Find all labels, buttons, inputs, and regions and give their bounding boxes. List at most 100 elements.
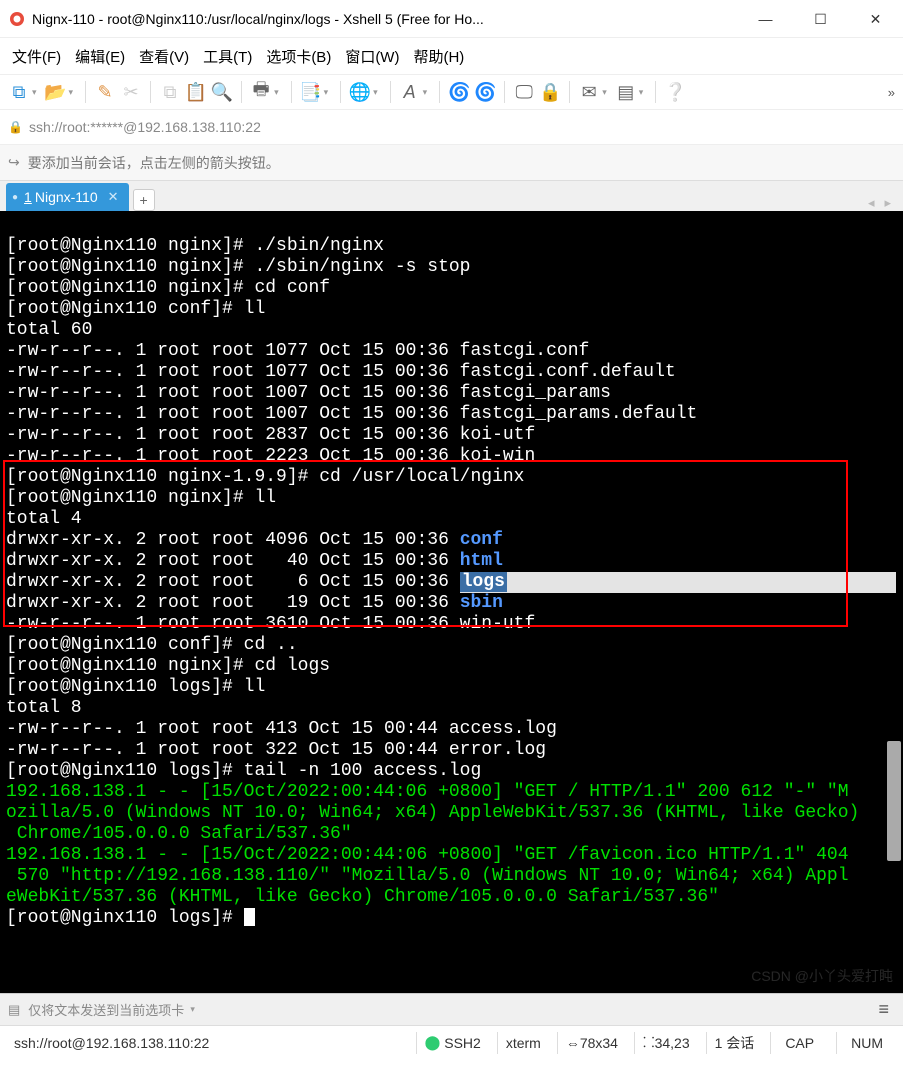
- term-line: [root@Nginx110 conf]# ll: [6, 299, 265, 319]
- term-line: drwxr-xr-x. 2 root root 19 Oct 15 00:36 …: [6, 593, 503, 613]
- term-line: -rw-r--r--. 1 root root 1007 Oct 15 00:3…: [6, 404, 697, 424]
- send-mode-icon[interactable]: ▤: [8, 1002, 20, 1018]
- xshell-icon[interactable]: 🌀: [448, 80, 470, 104]
- title-bar: Nignx-110 - root@Nginx110:/usr/local/ngi…: [0, 0, 903, 38]
- tab-close-icon[interactable]: ✕: [108, 189, 119, 205]
- hint-text: 要添加当前会话，点击左侧的箭头按钮。: [28, 153, 280, 173]
- term-line: total 4: [6, 509, 82, 529]
- status-term: xterm: [497, 1032, 549, 1054]
- tab-label: Nignx-110: [35, 189, 98, 205]
- compose-icon[interactable]: ✉: [578, 80, 600, 104]
- term-line: [root@Nginx110 nginx]# ./sbin/nginx -s s…: [6, 257, 470, 277]
- term-line: eWebKit/537.36 (KHTML, like Gecko) Chrom…: [6, 887, 719, 907]
- tab-index: 1: [24, 189, 32, 205]
- new-tab-icon[interactable]: ⧉: [8, 80, 30, 104]
- menu-help[interactable]: 帮助(H): [413, 46, 464, 67]
- dir-sbin: sbin: [460, 593, 503, 613]
- status-address: ssh://root@192.168.138.110:22: [6, 1032, 408, 1054]
- tab-strip: ● 1 Nignx-110 ✕ + ◂ ▸: [0, 181, 903, 211]
- term-line: [root@Nginx110 logs]# ll: [6, 677, 265, 697]
- term-line: drwxr-xr-x. 2 root root 4096 Oct 15 00:3…: [6, 530, 503, 550]
- term-line: -rw-r--r--. 1 root root 322 Oct 15 00:44…: [6, 740, 546, 760]
- tab-bullet-icon: ●: [12, 192, 18, 203]
- term-line: -rw-r--r--. 1 root root 2223 Oct 15 00:3…: [6, 446, 535, 466]
- term-line: [root@Nginx110 conf]# cd ..: [6, 635, 298, 655]
- toolbar-overflow-icon[interactable]: »: [888, 85, 895, 100]
- help-icon[interactable]: ❔: [664, 80, 686, 104]
- term-line: -rw-r--r--. 1 root root 1007 Oct 15 00:3…: [6, 383, 611, 403]
- screen-icon[interactable]: 🖵: [513, 80, 535, 104]
- close-button[interactable]: ✕: [848, 0, 903, 38]
- compose-dropdown-icon[interactable]: ▾: [190, 1004, 195, 1015]
- font-icon[interactable]: A: [399, 80, 421, 104]
- status-size: ⇔ 78x34: [557, 1032, 626, 1054]
- term-line: Chrome/105.0.0.0 Safari/537.36": [6, 824, 352, 844]
- minimize-button[interactable]: —: [738, 0, 793, 38]
- status-num: NUM: [836, 1032, 897, 1054]
- tab-prev-icon[interactable]: ◂: [868, 195, 875, 211]
- properties-icon[interactable]: 📑: [300, 80, 322, 104]
- term-line: 192.168.138.1 - - [15/Oct/2022:00:44:06 …: [6, 845, 849, 865]
- term-line: ozilla/5.0 (Windows NT 10.0; Win64; x64)…: [6, 803, 859, 823]
- terminal-scrollbar[interactable]: [887, 741, 901, 861]
- reconnect-icon[interactable]: ✎: [94, 80, 116, 104]
- copy-icon[interactable]: ⧉: [159, 80, 181, 104]
- dir-logs: logs: [460, 572, 507, 592]
- term-line: [root@Nginx110 nginx]# ./sbin/nginx: [6, 236, 384, 256]
- add-tab-button[interactable]: +: [133, 189, 155, 211]
- term-line: total 60: [6, 320, 92, 340]
- disconnect-icon[interactable]: ✂: [120, 80, 142, 104]
- term-line: -rw-r--r--. 1 root root 1077 Oct 15 00:3…: [6, 362, 676, 382]
- open-icon[interactable]: 📂: [45, 80, 67, 104]
- tip-arrow-icon[interactable]: ↪: [8, 154, 20, 171]
- dir-html: html: [460, 551, 503, 571]
- maximize-button[interactable]: ☐: [793, 0, 848, 38]
- menu-file[interactable]: 文件(F): [12, 46, 61, 67]
- tab-nav: ◂ ▸: [868, 195, 903, 211]
- term-line: 570 "http://192.168.138.110/" "Mozilla/5…: [6, 866, 849, 886]
- app-icon: [8, 10, 26, 28]
- tab-next-icon[interactable]: ▸: [884, 195, 891, 211]
- address-text: ssh://root:******@192.168.138.110:22: [29, 119, 261, 135]
- term-line: total 8: [6, 698, 82, 718]
- menu-view[interactable]: 查看(V): [139, 46, 189, 67]
- term-line: [root@Nginx110 nginx]# ll: [6, 488, 276, 508]
- status-cursor: ⸬ 34,23: [634, 1032, 698, 1054]
- find-icon[interactable]: 🔍: [211, 80, 233, 104]
- address-bar[interactable]: 🔒 ssh://root:******@192.168.138.110:22: [0, 110, 903, 145]
- compose-placeholder[interactable]: 仅将文本发送到当前选项卡: [28, 1000, 184, 1019]
- term-line: [root@Nginx110 nginx]# cd logs: [6, 656, 330, 676]
- menu-tools[interactable]: 工具(T): [203, 46, 252, 67]
- watermark-text: CSDN @小丫头爱打盹: [751, 966, 893, 987]
- compose-bar-icon[interactable]: ▤: [615, 80, 637, 104]
- xftp-icon[interactable]: 🌀: [474, 80, 496, 104]
- menu-tabs[interactable]: 选项卡(B): [266, 46, 331, 67]
- term-line: 192.168.138.1 - - [15/Oct/2022:00:44:06 …: [6, 782, 849, 802]
- toolbar: ⧉▾ 📂▾ ✎ ✂ ⧉ 📋 🔍 🖶▾ 📑▾ 🌐▾ A▾ 🌀 🌀 🖵 🔒 ✉▾ ▤…: [0, 74, 903, 110]
- dir-conf: conf: [460, 530, 503, 550]
- menu-window[interactable]: 窗口(W): [345, 46, 399, 67]
- term-prompt: [root@Nginx110 logs]#: [6, 908, 255, 928]
- cursor-icon: [244, 908, 255, 926]
- lock-icon[interactable]: 🔒: [539, 80, 561, 104]
- terminal[interactable]: [root@Nginx110 nginx]# ./sbin/nginx [roo…: [0, 211, 903, 993]
- compose-menu-icon[interactable]: ≡: [872, 999, 895, 1020]
- print-icon[interactable]: 🖶: [250, 80, 272, 104]
- lock-small-icon: 🔒: [8, 120, 23, 134]
- status-sessions: 1 会话: [706, 1032, 763, 1054]
- session-tab[interactable]: ● 1 Nignx-110 ✕: [6, 183, 129, 211]
- term-line: -rw-r--r--. 1 root root 2837 Oct 15 00:3…: [6, 425, 535, 445]
- menu-edit[interactable]: 编辑(E): [75, 46, 125, 67]
- term-line: -rw-r--r--. 1 root root 1077 Oct 15 00:3…: [6, 341, 589, 361]
- status-protocol: ⬤SSH2: [416, 1032, 489, 1054]
- term-line: drwxr-xr-x. 2 root root 40 Oct 15 00:36 …: [6, 551, 503, 571]
- term-line: [root@Nginx110 logs]# tail -n 100 access…: [6, 761, 481, 781]
- status-bar: ssh://root@192.168.138.110:22 ⬤SSH2 xter…: [0, 1025, 903, 1059]
- window-title: Nignx-110 - root@Nginx110:/usr/local/ngi…: [32, 11, 738, 27]
- status-caps: CAP: [770, 1032, 828, 1054]
- globe-icon[interactable]: 🌐: [349, 80, 371, 104]
- compose-bar: ▤ 仅将文本发送到当前选项卡 ▾ ≡: [0, 993, 903, 1025]
- paste-icon[interactable]: 📋: [185, 80, 207, 104]
- hint-bar: ↪ 要添加当前会话，点击左侧的箭头按钮。: [0, 145, 903, 181]
- term-line: -rw-r--r--. 1 root root 413 Oct 15 00:44…: [6, 719, 557, 739]
